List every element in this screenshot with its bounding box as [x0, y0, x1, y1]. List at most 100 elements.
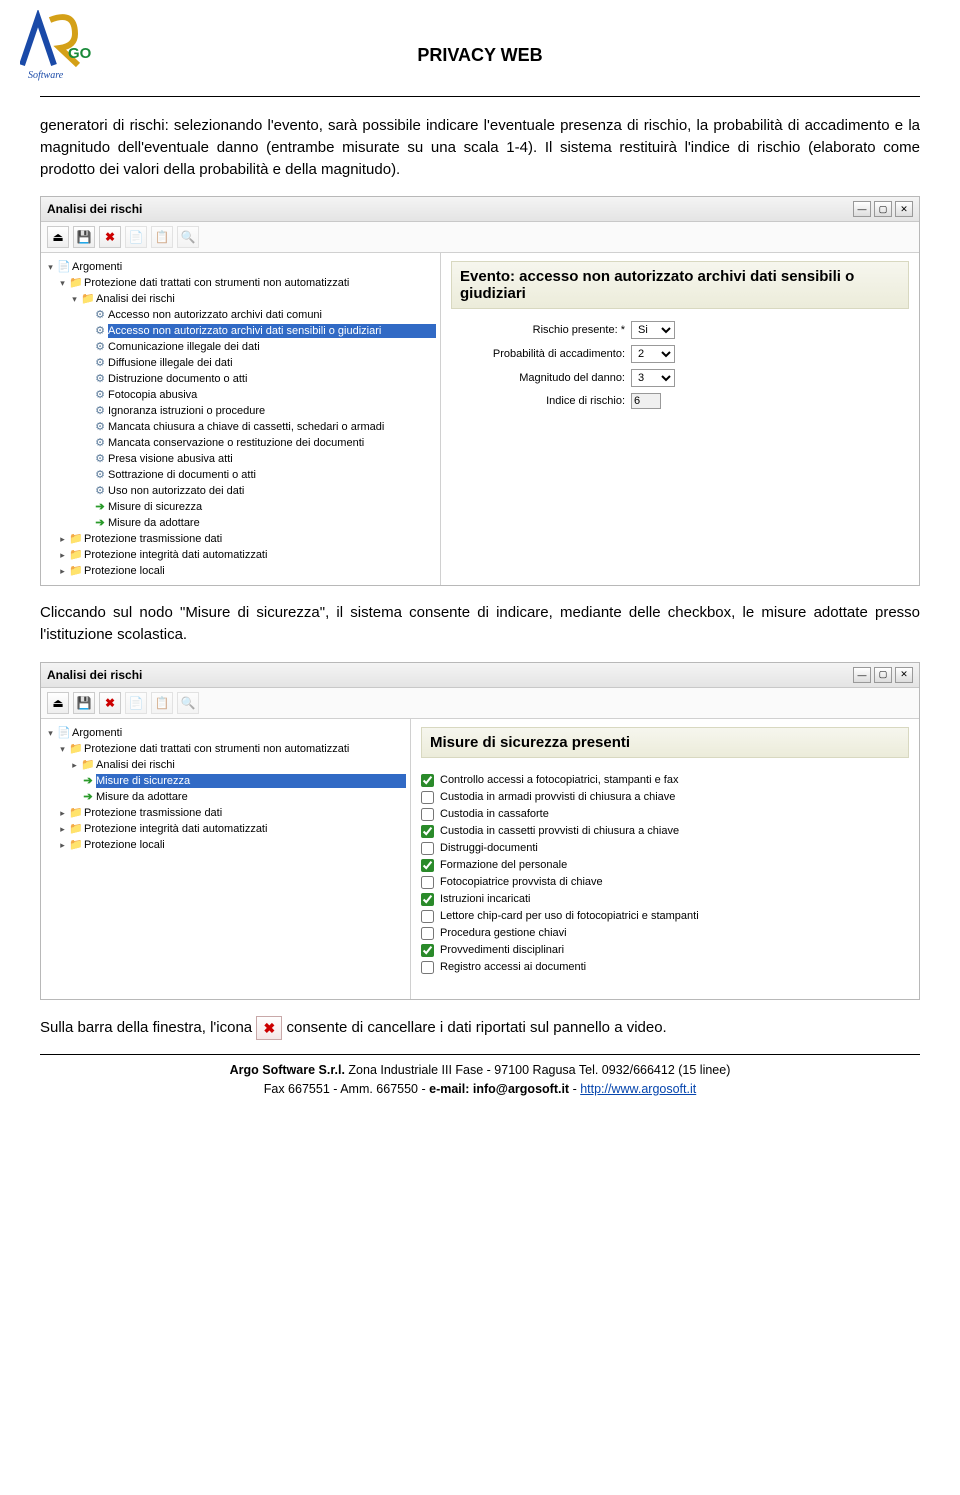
- toolbar: ⏏ 💾 ✖ 📄 📋 🔍: [41, 222, 919, 253]
- argo-logo: GO Software: [20, 10, 105, 87]
- misura-checkbox[interactable]: [421, 791, 434, 804]
- tree-node[interactable]: ▸📁Analisi dei rischi: [45, 757, 406, 773]
- footer-link[interactable]: http://www.argosoft.it: [580, 1082, 696, 1096]
- form-label: Indice di rischio:: [451, 395, 631, 407]
- divider: [40, 1054, 920, 1055]
- misura-label: Controllo accessi a fotocopiatrici, stam…: [440, 774, 678, 786]
- text-span: consente di cancellare i dati riportati …: [287, 1019, 667, 1036]
- window-title: Analisi dei rischi: [47, 202, 142, 216]
- minimize-button[interactable]: —: [853, 667, 871, 683]
- tree-node[interactable]: ▾📁Analisi dei rischi: [45, 291, 436, 307]
- tree-node[interactable]: ▸📁Protezione integrità dati automatizzat…: [45, 821, 406, 837]
- misura-checkbox[interactable]: [421, 893, 434, 906]
- misura-checkbox[interactable]: [421, 808, 434, 821]
- form-label: Probabilità di accadimento:: [451, 348, 631, 360]
- misura-label: Istruzioni incaricati: [440, 893, 530, 905]
- check-row: Custodia in armadi provvisti di chiusura…: [421, 789, 909, 806]
- close-button[interactable]: ✕: [895, 667, 913, 683]
- window-analisi-rischi-evento: Analisi dei rischi — ▢ ✕ ⏏ 💾 ✖ 📄 📋 🔍 ▾📄A…: [40, 196, 920, 586]
- check-row: Controllo accessi a fotocopiatrici, stam…: [421, 772, 909, 789]
- tree-item[interactable]: ⚙Uso non autorizzato dei dati: [45, 483, 436, 499]
- misura-checkbox[interactable]: [421, 825, 434, 838]
- tree-item[interactable]: ⚙Presa visione abusiva atti: [45, 451, 436, 467]
- tree-item[interactable]: ⚙Fotocopia abusiva: [45, 387, 436, 403]
- misure-heading: Misure di sicurezza presenti: [421, 727, 909, 758]
- footer-sep: -: [569, 1082, 580, 1096]
- tree-item[interactable]: ⚙Accesso non autorizzato archivi dati co…: [45, 307, 436, 323]
- tree-node[interactable]: ▸📁Protezione integrità dati automatizzat…: [45, 547, 436, 563]
- misura-checkbox[interactable]: [421, 859, 434, 872]
- form-row-idx: Indice di rischio:: [451, 393, 909, 409]
- tree-node[interactable]: ▸📁Protezione trasmissione dati: [45, 531, 436, 547]
- misura-checkbox[interactable]: [421, 910, 434, 923]
- window-title: Analisi dei rischi: [47, 668, 142, 682]
- toolbar-exit-icon[interactable]: ⏏: [47, 692, 69, 714]
- minimize-button[interactable]: —: [853, 201, 871, 217]
- toolbar-exit-icon[interactable]: ⏏: [47, 226, 69, 248]
- check-row: Custodia in cassaforte: [421, 806, 909, 823]
- toolbar-delete-icon[interactable]: ✖: [99, 692, 121, 714]
- tree-root[interactable]: ▾📄Argomenti: [45, 725, 406, 741]
- tree-item-selected[interactable]: ➔Misure di sicurezza: [45, 773, 406, 789]
- misura-label: Formazione del personale: [440, 859, 567, 871]
- misura-label: Distruggi-documenti: [440, 842, 538, 854]
- check-row: Formazione del personale: [421, 857, 909, 874]
- svg-text:Software: Software: [28, 70, 64, 81]
- maximize-button[interactable]: ▢: [874, 201, 892, 217]
- toolbar-search-icon[interactable]: 🔍: [177, 226, 199, 248]
- close-button[interactable]: ✕: [895, 201, 913, 217]
- misura-checkbox[interactable]: [421, 774, 434, 787]
- misura-checkbox[interactable]: [421, 842, 434, 855]
- toolbar-save-icon[interactable]: 💾: [73, 692, 95, 714]
- tree-panel: ▾📄Argomenti ▾📁Protezione dati trattati c…: [41, 719, 411, 999]
- check-row: Fotocopiatrice provvista di chiave: [421, 874, 909, 891]
- check-row: Custodia in cassetti provvisti di chiusu…: [421, 823, 909, 840]
- paragraph-3: Sulla barra della finestra, l'icona ✖ co…: [40, 1016, 920, 1040]
- misura-label: Lettore chip-card per uso di fotocopiatr…: [440, 910, 699, 922]
- check-row: Istruzioni incaricati: [421, 891, 909, 908]
- tree-node[interactable]: ▾📁Protezione dati trattati con strumenti…: [45, 741, 406, 757]
- tree-item[interactable]: ➔Misure da adottare: [45, 789, 406, 805]
- tree-item[interactable]: ⚙Mancata conservazione o restituzione de…: [45, 435, 436, 451]
- text-span: Sulla barra della finestra, l'icona: [40, 1019, 256, 1036]
- footer-address: Zona Industriale III Fase - 97100 Ragusa…: [345, 1063, 730, 1077]
- prob-select[interactable]: 2: [631, 345, 675, 363]
- tree-item[interactable]: ⚙Sottrazione di documenti o atti: [45, 467, 436, 483]
- toolbar-copy-icon[interactable]: 📄: [125, 692, 147, 714]
- svg-text:GO: GO: [68, 45, 92, 62]
- tree-node[interactable]: ▾📁Protezione dati trattati con strumenti…: [45, 275, 436, 291]
- mag-select[interactable]: 3: [631, 369, 675, 387]
- misura-label: Registro accessi ai documenti: [440, 961, 586, 973]
- misura-checkbox[interactable]: [421, 944, 434, 957]
- tree-root[interactable]: ▾📄Argomenti: [45, 259, 436, 275]
- tree-node[interactable]: ▸📁Protezione trasmissione dati: [45, 805, 406, 821]
- toolbar-paste-icon[interactable]: 📋: [151, 692, 173, 714]
- toolbar-search-icon[interactable]: 🔍: [177, 692, 199, 714]
- tree-item[interactable]: ⚙Diffusione illegale dei dati: [45, 355, 436, 371]
- form-label: Magnitudo del danno:: [451, 372, 631, 384]
- rischio-select[interactable]: Si: [631, 321, 675, 339]
- toolbar: ⏏ 💾 ✖ 📄 📋 🔍: [41, 688, 919, 719]
- indice-input: [631, 393, 661, 409]
- check-row: Procedura gestione chiavi: [421, 925, 909, 942]
- maximize-button[interactable]: ▢: [874, 667, 892, 683]
- tree-item-selected[interactable]: ⚙Accesso non autorizzato archivi dati se…: [45, 323, 436, 339]
- misura-checkbox[interactable]: [421, 927, 434, 940]
- tree-item[interactable]: ⚙Ignoranza istruzioni o procedure: [45, 403, 436, 419]
- tree-node[interactable]: ▸📁Protezione locali: [45, 837, 406, 853]
- toolbar-delete-icon[interactable]: ✖: [99, 226, 121, 248]
- tree-node[interactable]: ▸📁Protezione locali: [45, 563, 436, 579]
- misura-label: Fotocopiatrice provvista di chiave: [440, 876, 603, 888]
- toolbar-save-icon[interactable]: 💾: [73, 226, 95, 248]
- tree-item-misure-adottare[interactable]: ➔Misure da adottare: [45, 515, 436, 531]
- tree-item[interactable]: ⚙Mancata chiusura a chiave di cassetti, …: [45, 419, 436, 435]
- tree-item-misure-sicurezza[interactable]: ➔Misure di sicurezza: [45, 499, 436, 515]
- misura-checkbox[interactable]: [421, 876, 434, 889]
- misura-checkbox[interactable]: [421, 961, 434, 974]
- toolbar-paste-icon[interactable]: 📋: [151, 226, 173, 248]
- tree-item[interactable]: ⚙Comunicazione illegale dei dati: [45, 339, 436, 355]
- tree-item[interactable]: ⚙Distruzione documento o atti: [45, 371, 436, 387]
- toolbar-copy-icon[interactable]: 📄: [125, 226, 147, 248]
- page-title: PRIVACY WEB: [40, 20, 920, 66]
- misura-label: Custodia in armadi provvisti di chiusura…: [440, 791, 675, 803]
